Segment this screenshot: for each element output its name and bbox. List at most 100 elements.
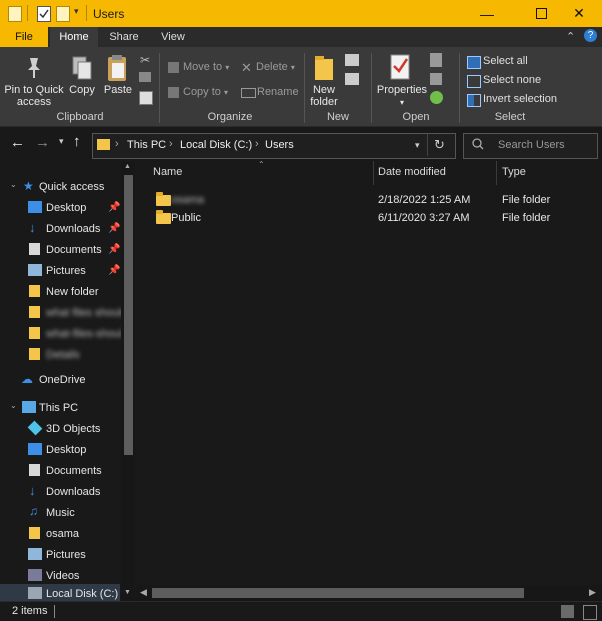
properties-check-icon[interactable]	[37, 6, 51, 22]
select-all-button[interactable]: Select all	[483, 52, 528, 70]
nav-label: OneDrive	[39, 374, 86, 386]
details-view-icon[interactable]	[561, 605, 574, 618]
search-box[interactable]: Search Users	[463, 133, 598, 159]
nav-item-folder[interactable]: Details	[0, 345, 120, 365]
scroll-up-icon[interactable]: ▲	[124, 163, 131, 170]
nav-item-desktop-pc[interactable]: Desktop	[0, 440, 120, 460]
item-count: 2 items	[12, 605, 48, 617]
chevron-right-icon[interactable]: ›	[169, 138, 173, 150]
nav-item-videos[interactable]: Videos	[0, 566, 120, 586]
easy-access-icon[interactable]	[345, 73, 359, 85]
chevron-right-icon[interactable]: ›	[115, 138, 119, 150]
horizontal-scrollbar-thumb[interactable]	[152, 588, 524, 598]
paste-shortcut-icon[interactable]	[139, 91, 153, 105]
nav-item-pictures-pc[interactable]: Pictures	[0, 545, 120, 565]
large-icons-view-icon[interactable]	[583, 605, 597, 620]
nav-item-downloads-pc[interactable]: ↓ Downloads	[0, 482, 120, 502]
refresh-icon[interactable]: ↻	[434, 137, 445, 153]
tab-home[interactable]: Home	[50, 27, 98, 47]
properties-button[interactable]: Properties ▾	[376, 84, 428, 109]
nav-item-this-pc[interactable]: ⌄ This PC	[0, 398, 120, 418]
move-to-button[interactable]: Move to ▾	[183, 58, 229, 76]
nav-item-downloads[interactable]: ↓ Downloads 📌	[0, 219, 120, 239]
pin-to-quick-access-button[interactable]: Pin to Quick access	[3, 84, 65, 108]
tab-share[interactable]: Share	[100, 27, 148, 47]
nav-item-onedrive[interactable]: ☁ OneDrive	[0, 370, 120, 390]
file-date: 6/11/2020 3:27 AM	[378, 212, 470, 224]
open-icon[interactable]	[430, 53, 442, 67]
rename-button[interactable]: Rename	[257, 83, 299, 101]
nav-item-folder[interactable]: what files should	[0, 303, 127, 323]
paste-button[interactable]: Paste	[101, 84, 135, 96]
table-row[interactable]: osama 2/18/2022 1:25 AM File folder	[150, 191, 590, 209]
delete-button[interactable]: Delete ▾	[256, 58, 295, 76]
nav-label: Desktop	[46, 444, 87, 456]
customize-toolbar-chevron-icon[interactable]: ▾	[74, 6, 79, 17]
minimize-button[interactable]: —	[464, 0, 510, 27]
nav-item-new-folder[interactable]: New folder	[0, 282, 120, 302]
ribbon: Pin to Quick access Copy Paste ✂ Clipboa…	[0, 47, 602, 127]
nav-item-documents-pc[interactable]: Documents	[0, 461, 120, 481]
divider[interactable]	[373, 161, 374, 185]
nav-item-osama[interactable]: osama	[0, 524, 120, 544]
nav-item-quick-access[interactable]: ⌄ ★ Quick access	[0, 177, 120, 197]
cut-icon[interactable]: ✂	[140, 53, 150, 67]
chevron-down-icon[interactable]: ⌄	[10, 401, 17, 410]
new-folder-button[interactable]: New folder	[306, 84, 342, 108]
search-icon	[472, 138, 484, 153]
edit-icon[interactable]	[430, 73, 442, 85]
help-icon[interactable]: ?	[584, 29, 597, 42]
back-arrow-icon[interactable]: ←	[10, 134, 25, 151]
close-icon: ✕	[573, 5, 585, 21]
copy-path-icon[interactable]	[139, 72, 151, 82]
documents-icon	[29, 464, 40, 476]
nav-item-folder[interactable]: what-files-shoul	[0, 324, 122, 344]
new-item-icon[interactable]	[345, 54, 359, 66]
maximize-icon	[535, 8, 547, 19]
copy-to-button[interactable]: Copy to ▾	[183, 83, 228, 101]
scroll-left-icon[interactable]: ◀	[140, 587, 147, 598]
forward-arrow-icon[interactable]: →	[35, 134, 50, 151]
folder-icon	[29, 306, 40, 318]
history-icon[interactable]	[430, 91, 443, 104]
pictures-icon	[28, 264, 42, 276]
nav-item-music[interactable]: ♫ Music	[0, 503, 120, 523]
scroll-right-icon[interactable]: ▶	[589, 587, 596, 598]
copy-button[interactable]: Copy	[66, 84, 98, 96]
address-bar[interactable]: › This PC › Local Disk (C:) › Users ▾ ↻	[92, 133, 456, 159]
nav-item-pictures[interactable]: Pictures 📌	[0, 261, 120, 281]
nav-label: Quick access	[39, 181, 105, 193]
chevron-right-icon[interactable]: ›	[255, 138, 259, 150]
status-bar: 2 items	[0, 601, 602, 621]
column-header-type[interactable]: Type	[502, 166, 526, 178]
new-folder-icon[interactable]	[56, 6, 70, 22]
nav-scrollbar-thumb[interactable]	[124, 175, 133, 455]
chevron-down-icon[interactable]: ⌄	[10, 180, 17, 189]
column-header-date-modified[interactable]: Date modified	[378, 166, 446, 178]
table-row[interactable]: Public 6/11/2020 3:27 AM File folder	[150, 209, 590, 227]
nav-item-3d-objects[interactable]: 3D Objects	[0, 419, 120, 439]
invert-selection-button[interactable]: Invert selection	[483, 90, 557, 108]
select-group-label: Select	[494, 111, 526, 123]
recent-locations-chevron-icon[interactable]: ▾	[59, 136, 64, 147]
nav-item-desktop[interactable]: Desktop 📌	[0, 198, 120, 218]
column-header-name[interactable]: Name	[153, 166, 182, 178]
tab-file[interactable]: File	[0, 27, 48, 47]
up-arrow-icon[interactable]: ↑	[73, 133, 81, 150]
horizontal-scrollbar[interactable]: ◀ ▶	[136, 585, 602, 601]
window-title: Users	[93, 7, 125, 21]
divider[interactable]	[496, 161, 497, 185]
breadcrumb-local-disk[interactable]: Local Disk (C:)	[180, 139, 252, 151]
select-none-button[interactable]: Select none	[483, 71, 541, 89]
sort-ascending-icon: ⌃	[258, 160, 265, 169]
tab-view[interactable]: View	[150, 27, 196, 47]
close-button[interactable]: ✕	[556, 0, 602, 27]
address-history-chevron-icon[interactable]: ▾	[415, 140, 420, 151]
scroll-down-icon[interactable]: ▼	[124, 589, 131, 596]
divider	[54, 605, 55, 618]
minimize-ribbon-chevron-icon[interactable]: ⌃	[566, 30, 575, 43]
nav-item-documents[interactable]: Documents 📌	[0, 240, 120, 260]
breadcrumb-this-pc[interactable]: This PC	[127, 139, 166, 151]
breadcrumb-users[interactable]: Users	[265, 139, 294, 151]
search-input[interactable]: Search Users	[498, 139, 565, 151]
